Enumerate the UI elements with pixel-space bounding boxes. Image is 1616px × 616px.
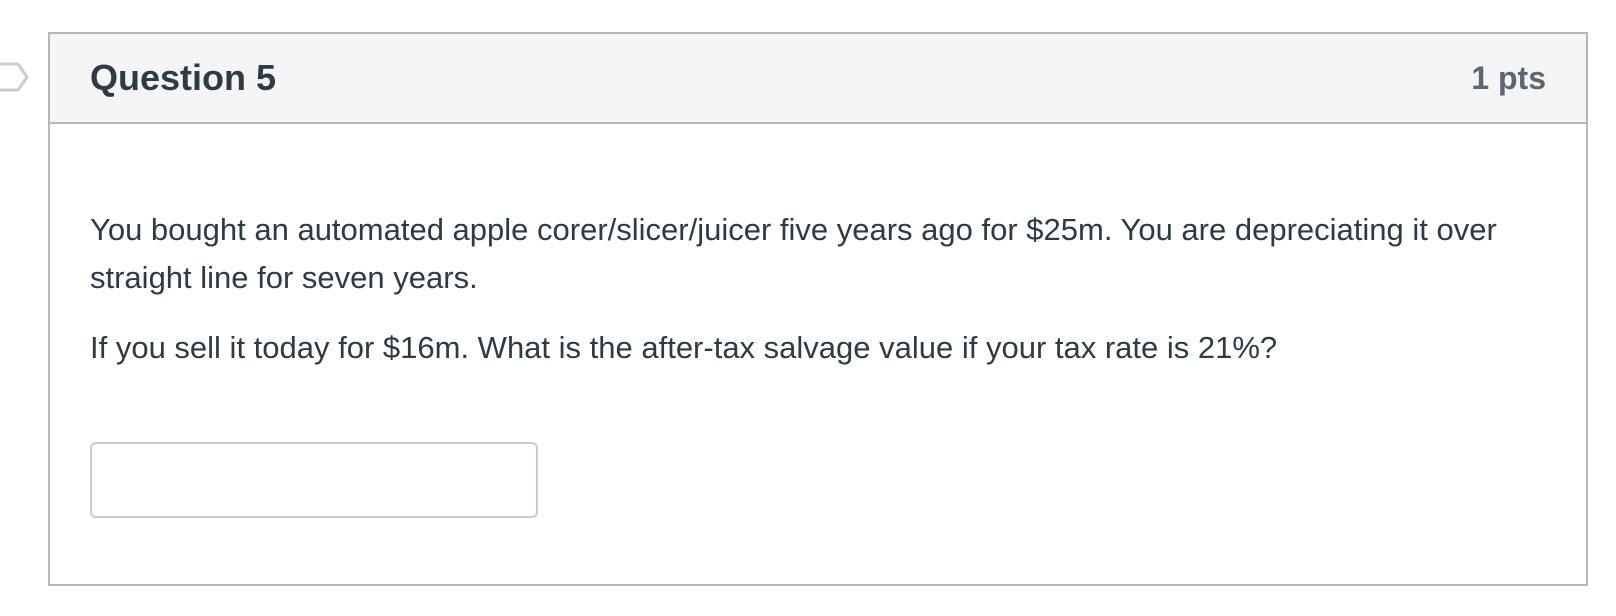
question-header: Question 5 1 pts: [50, 34, 1586, 124]
flag-question-marker[interactable]: [0, 62, 30, 92]
question-paragraph: You bought an automated apple corer/slic…: [90, 212, 1497, 295]
question-body: You bought an automated apple corer/slic…: [50, 124, 1586, 518]
answer-input[interactable]: [90, 442, 538, 518]
question-text: You bought an automated apple corer/slic…: [90, 206, 1546, 372]
question-title: Question 5: [90, 57, 277, 98]
question-points: 1 pts: [1471, 59, 1546, 96]
question-paragraph: If you sell it today for $16m. What is t…: [90, 330, 1278, 365]
flag-marker-icon: [0, 62, 29, 92]
question-card: Question 5 1 pts You bought an automated…: [48, 32, 1588, 586]
